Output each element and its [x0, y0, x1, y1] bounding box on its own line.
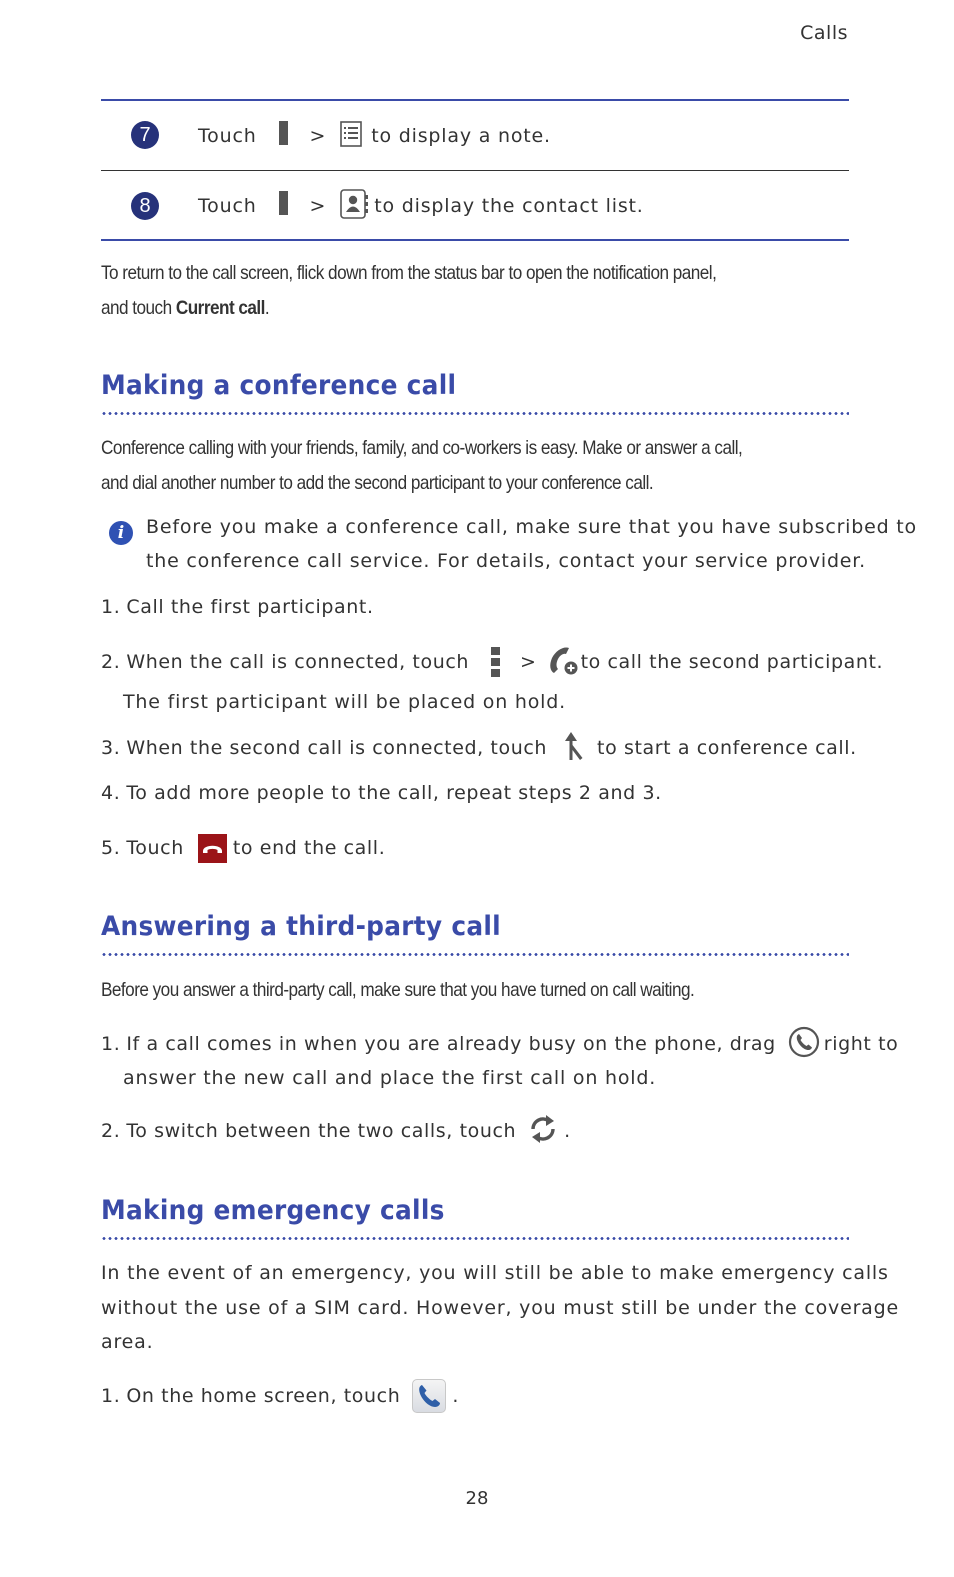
step-text: On the home screen, touch — [126, 1385, 401, 1407]
menu-icon — [278, 121, 288, 151]
step-number: 1. — [101, 596, 121, 618]
merge-calls-icon — [563, 730, 585, 767]
note-line1: Before you make a conference call, make … — [146, 516, 917, 538]
step-number: 2. — [101, 651, 121, 673]
emergency-step-1: 1. On the home screen, touch . — [101, 1379, 459, 1413]
answer-call-icon — [788, 1026, 820, 1063]
row-description: to display a note. — [371, 125, 551, 147]
table-row: Touch > to display a note. — [198, 120, 551, 152]
text: and touch — [101, 297, 176, 319]
callout-number-8: 8 — [131, 192, 159, 220]
separator: > — [309, 125, 327, 147]
row-description: to display the contact list. — [374, 195, 644, 217]
heading-emergency-calls: Making emergency calls — [101, 1195, 445, 1226]
contacts-icon — [340, 188, 369, 224]
return-note-line1: To return to the call screen, flick down… — [101, 262, 717, 284]
phone-app-icon — [412, 1379, 447, 1413]
current-call-label: Current call — [175, 297, 266, 319]
step-text: to start a conference call. — [597, 737, 857, 759]
conference-intro-line2: and dial another number to add the secon… — [101, 472, 654, 494]
section-dotted-divider — [101, 953, 849, 956]
callout-number-7: 7 — [131, 121, 159, 149]
running-header: Calls — [800, 22, 848, 44]
emergency-intro-line3: area. — [101, 1331, 154, 1353]
step-text: to call the second participant. — [580, 651, 884, 673]
info-icon: i — [109, 521, 133, 545]
third-party-intro: Before you answer a third-party call, ma… — [101, 979, 695, 1001]
separator: > — [309, 195, 327, 217]
conference-step-2: 2. When the call is connected, touch > t… — [101, 645, 883, 679]
section-dotted-divider — [101, 412, 849, 415]
touch-label: Touch — [198, 195, 257, 217]
separator: > — [520, 651, 537, 673]
conference-step-4: 4. To add more people to the call, repea… — [101, 782, 662, 804]
touch-label: Touch — [198, 125, 257, 147]
step-text: right to — [823, 1033, 899, 1055]
note-line2: the conference call service. For details… — [146, 550, 867, 572]
step-number: 3. — [101, 737, 121, 759]
step-text: To switch between the two calls, touch — [126, 1120, 517, 1142]
conference-step-5: 5. Touch to end the call. — [101, 832, 385, 864]
step-text: To add more people to the call, repeat s… — [126, 782, 662, 804]
text: . — [264, 297, 270, 319]
third-party-step-1-continuation: answer the new call and place the first … — [123, 1067, 657, 1089]
step-text: When the call is connected, touch — [126, 651, 470, 673]
conference-step-2-continuation: The first participant will be placed on … — [123, 691, 566, 713]
conference-intro-line1: Conference calling with your friends, fa… — [101, 437, 743, 459]
menu-icon — [491, 647, 501, 677]
step-number: 4. — [101, 782, 121, 804]
emergency-intro-line2: without the use of a SIM card. However, … — [101, 1297, 899, 1319]
table-row: Touch > to display the contact list. — [198, 188, 644, 224]
add-call-icon — [547, 644, 579, 681]
step-text: Call the first participant. — [126, 596, 374, 618]
conference-step-3: 3. When the second call is connected, to… — [101, 731, 857, 765]
swap-calls-icon — [528, 1113, 558, 1150]
conference-step-1: 1. Call the first participant. — [101, 596, 374, 618]
step-number: 5. — [101, 837, 121, 859]
section-dotted-divider — [101, 1237, 849, 1240]
page-number: 28 — [465, 1488, 489, 1509]
third-party-step-2: 2. To switch between the two calls, touc… — [101, 1114, 571, 1148]
table-top-border — [101, 99, 849, 101]
step-text: to end the call. — [232, 837, 386, 859]
step-number: 1. — [101, 1385, 121, 1407]
return-note-line2: and touch Current call. — [101, 297, 270, 320]
step-text: . — [452, 1385, 459, 1407]
step-number: 1. — [101, 1033, 121, 1055]
emergency-intro-line1: In the event of an emergency, you will s… — [101, 1262, 889, 1284]
step-text: If a call comes in when you are already … — [126, 1033, 776, 1055]
step-number: 2. — [101, 1120, 121, 1142]
menu-icon — [278, 191, 288, 221]
heading-conference-call: Making a conference call — [101, 370, 457, 401]
table-bottom-border — [101, 239, 849, 241]
step-text: Touch — [126, 837, 184, 859]
heading-third-party-call: Answering a third-party call — [101, 911, 501, 942]
end-call-icon — [197, 833, 227, 863]
table-row-divider — [101, 170, 849, 171]
note-icon — [340, 120, 363, 152]
step-text: . — [564, 1120, 571, 1142]
step-text: When the second call is connected, touch — [126, 737, 548, 759]
third-party-step-1: 1. If a call comes in when you are alrea… — [101, 1026, 899, 1063]
